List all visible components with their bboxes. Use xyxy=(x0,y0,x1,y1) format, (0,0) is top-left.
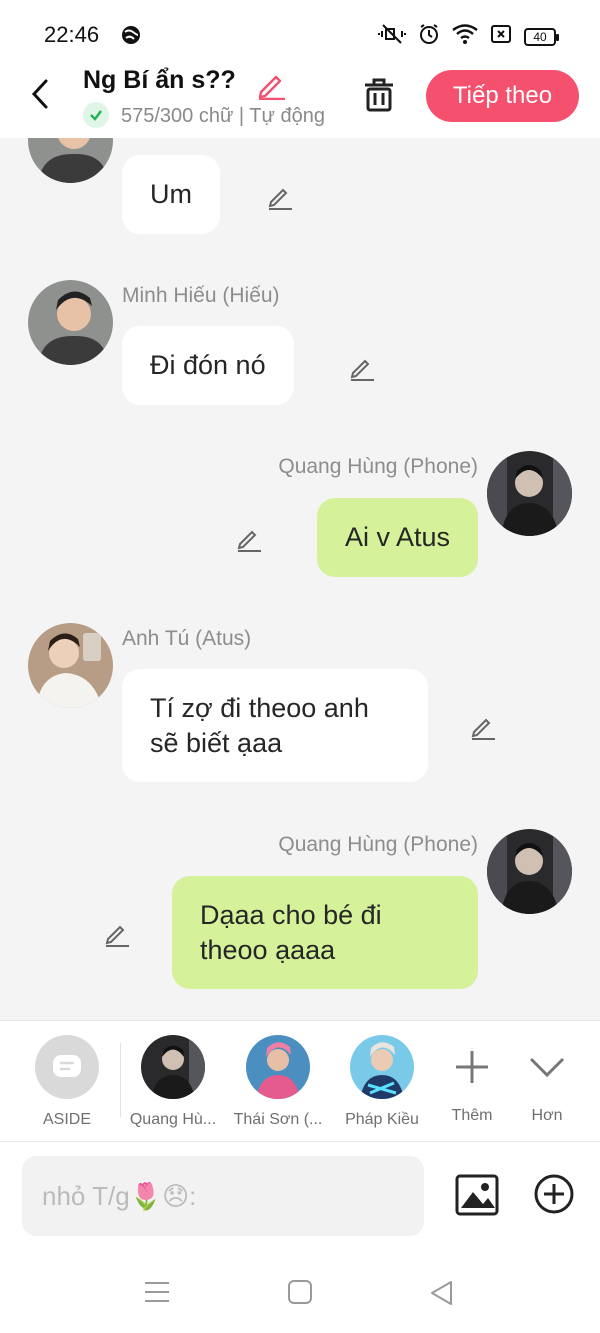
image-icon xyxy=(455,1174,499,1216)
character-label: Pháp Kiều xyxy=(345,1111,419,1128)
add-button[interactable] xyxy=(534,1174,574,1219)
character-label: Thái Sơn (... xyxy=(233,1111,323,1128)
more-button[interactable]: Hơn xyxy=(502,1035,592,1125)
character-thai-son[interactable]: Thái Sơn (... xyxy=(233,1035,323,1129)
chat-area[interactable]: Um Minh Hiếu (Hiếu) Đi đón nó Quang Hùng… xyxy=(0,138,600,1020)
plus-icon xyxy=(440,1035,504,1099)
message-text: Ai v Atus xyxy=(344,522,450,552)
message-bubble[interactable]: Đi đón nó xyxy=(122,326,294,405)
sender-name: Quang Hùng (Phone) xyxy=(278,833,478,856)
message-input[interactable]: nhỏ T/g🌷😞: xyxy=(22,1156,424,1236)
chevron-left-icon xyxy=(31,79,48,109)
character-aside[interactable]: ASIDE xyxy=(22,1035,112,1129)
edit-icon[interactable] xyxy=(102,918,132,948)
globe-icon xyxy=(121,25,141,50)
avatar[interactable] xyxy=(28,138,113,183)
battery-icon: 40 xyxy=(524,27,559,46)
avatar xyxy=(141,1035,205,1099)
character-bar: ASIDE Quang Hù... Thái Sơn (... Pháp Kiề… xyxy=(0,1020,600,1142)
chevron-down-icon xyxy=(515,1035,579,1099)
system-nav-bar xyxy=(0,1262,600,1333)
delete-button[interactable] xyxy=(360,76,398,114)
screen-cast-icon xyxy=(490,24,512,49)
triangle-back-icon xyxy=(431,1281,452,1305)
mute-vibrate-icon xyxy=(378,23,406,50)
word-count: 575/300 chữ | Tự động xyxy=(121,105,325,127)
character-label: Quang Hù... xyxy=(129,1111,217,1128)
avatar[interactable] xyxy=(487,451,572,536)
page-title: Ng Bí ẩn s?? xyxy=(83,66,236,94)
back-nav-button[interactable] xyxy=(429,1280,455,1311)
edit-icon[interactable] xyxy=(468,711,498,741)
character-phap-kieu[interactable]: Pháp Kiều xyxy=(337,1035,427,1129)
sender-name: Quang Hùng (Phone) xyxy=(278,455,478,478)
menu-icon xyxy=(145,1282,169,1302)
message-text: Đi đón nó xyxy=(150,350,266,380)
message-bubble[interactable]: Dạaa cho bé đi theoo ạaaa xyxy=(172,876,478,989)
avatar[interactable] xyxy=(28,280,113,365)
sender-name: Anh Tú (Atus) xyxy=(122,627,252,650)
back-button[interactable] xyxy=(26,78,56,110)
avatar xyxy=(350,1035,414,1099)
menu-nav-button[interactable] xyxy=(144,1280,170,1309)
message-bubble[interactable]: Ai v Atus xyxy=(316,498,478,577)
avatar[interactable] xyxy=(487,829,572,914)
trash-icon xyxy=(365,78,393,112)
avatar xyxy=(246,1035,310,1099)
wifi-icon xyxy=(452,24,478,49)
plus-circle-icon xyxy=(534,1174,574,1214)
message-text: Um xyxy=(150,179,192,209)
header: Ng Bí ẩn s?? 575/300 chữ | Tự động Tiếp … xyxy=(0,64,600,138)
input-bar: nhỏ T/g🌷😞: xyxy=(0,1142,600,1262)
message-text: Dạaa cho bé đi theoo ạaaa xyxy=(200,899,382,965)
status-bar: 22:46 40 xyxy=(0,0,600,64)
speech-bubble-icon xyxy=(35,1035,99,1099)
home-icon xyxy=(288,1280,312,1304)
next-button[interactable]: Tiếp theo xyxy=(426,70,579,122)
edit-title-icon[interactable] xyxy=(255,68,287,105)
message-bubble[interactable]: Um xyxy=(122,155,220,234)
status-icons: 40 xyxy=(378,23,559,50)
character-quang-hung[interactable]: Quang Hù... xyxy=(128,1035,218,1129)
edit-icon[interactable] xyxy=(347,352,377,382)
message-text: Tí zợ đi theoo anh sẽ biết ạaa xyxy=(150,692,369,758)
edit-icon[interactable] xyxy=(265,181,295,211)
alarm-icon xyxy=(418,23,440,50)
sender-name: Minh Hiếu (Hiếu) xyxy=(122,284,280,307)
divider xyxy=(120,1043,121,1117)
character-label: Hơn xyxy=(531,1107,563,1124)
status-time: 22:46 xyxy=(44,22,100,47)
check-icon xyxy=(83,102,109,128)
message-bubble[interactable]: Tí zợ đi theoo anh sẽ biết ạaa xyxy=(122,669,428,782)
character-label: ASIDE xyxy=(42,1111,91,1128)
edit-icon[interactable] xyxy=(234,523,264,553)
avatar[interactable] xyxy=(28,623,113,708)
home-nav-button[interactable] xyxy=(288,1280,312,1309)
image-button[interactable] xyxy=(455,1174,499,1221)
